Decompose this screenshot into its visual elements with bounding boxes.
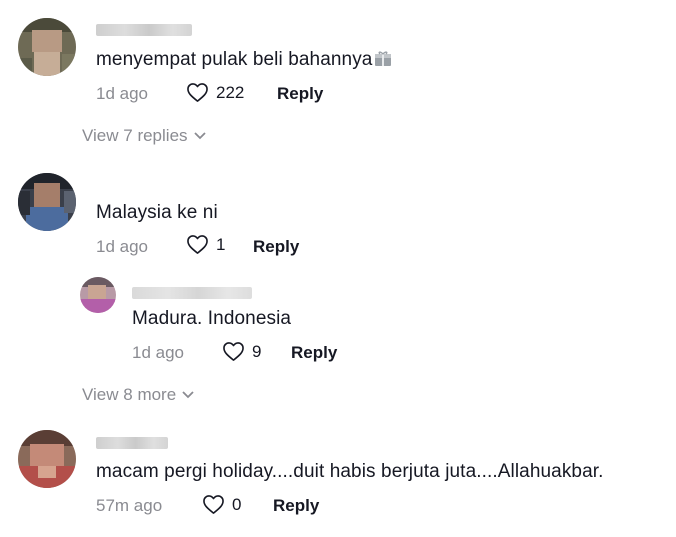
reply-button[interactable]: Reply <box>291 343 337 363</box>
heart-icon[interactable] <box>222 341 245 362</box>
like-button[interactable]: 9 <box>222 341 261 362</box>
view-more-button[interactable]: View 8 more <box>82 385 194 405</box>
reply-time: 1d ago <box>132 343 184 362</box>
reply-button[interactable]: Reply <box>277 84 323 104</box>
like-count: 222 <box>216 82 245 102</box>
avatar[interactable] <box>18 173 76 231</box>
heart-icon[interactable] <box>202 494 225 515</box>
comment-item: menyempat pulak beli bahannya 1d ago 222… <box>0 0 676 160</box>
like-button[interactable]: 1 <box>186 234 225 255</box>
avatar[interactable] <box>80 277 116 313</box>
view-replies-label: View 7 replies <box>82 126 188 145</box>
view-replies-button[interactable]: View 7 replies <box>82 126 206 146</box>
like-button[interactable]: 0 <box>202 494 241 515</box>
gift-box-emoji-icon <box>374 51 392 67</box>
reply-body: Madura. Indonesia <box>132 308 292 329</box>
avatar[interactable] <box>18 430 76 488</box>
comment-body: macam pergi holiday....duit habis berjut… <box>96 461 604 482</box>
username-blurred[interactable] <box>132 287 252 299</box>
comment-time: 1d ago <box>96 237 148 256</box>
comment-item: macam pergi holiday....duit habis berjut… <box>0 410 676 537</box>
chevron-down-icon <box>193 132 206 140</box>
comment-time: 1d ago <box>96 84 148 103</box>
like-button[interactable]: 222 <box>186 82 244 103</box>
username-blurred[interactable] <box>96 24 192 36</box>
comment-time: 57m ago <box>96 496 163 515</box>
comment-body: menyempat pulak beli bahannya <box>96 49 373 70</box>
heart-icon[interactable] <box>186 234 209 255</box>
like-count: 9 <box>252 341 262 361</box>
comment-text: menyempat pulak beli bahannya <box>96 49 392 71</box>
username-blurred[interactable] <box>96 437 168 449</box>
comment-item: Malaysia ke ni 1d ago 1 Reply Madura. In… <box>0 160 676 410</box>
chevron-down-icon <box>182 391 194 399</box>
comment-body: Malaysia ke ni <box>96 202 218 223</box>
like-count: 0 <box>232 494 242 514</box>
like-count: 1 <box>216 234 226 254</box>
heart-icon[interactable] <box>186 82 209 103</box>
reply-button[interactable]: Reply <box>253 237 299 257</box>
reply-button[interactable]: Reply <box>273 496 319 516</box>
view-more-label: View 8 more <box>82 385 177 404</box>
avatar[interactable] <box>18 18 76 76</box>
